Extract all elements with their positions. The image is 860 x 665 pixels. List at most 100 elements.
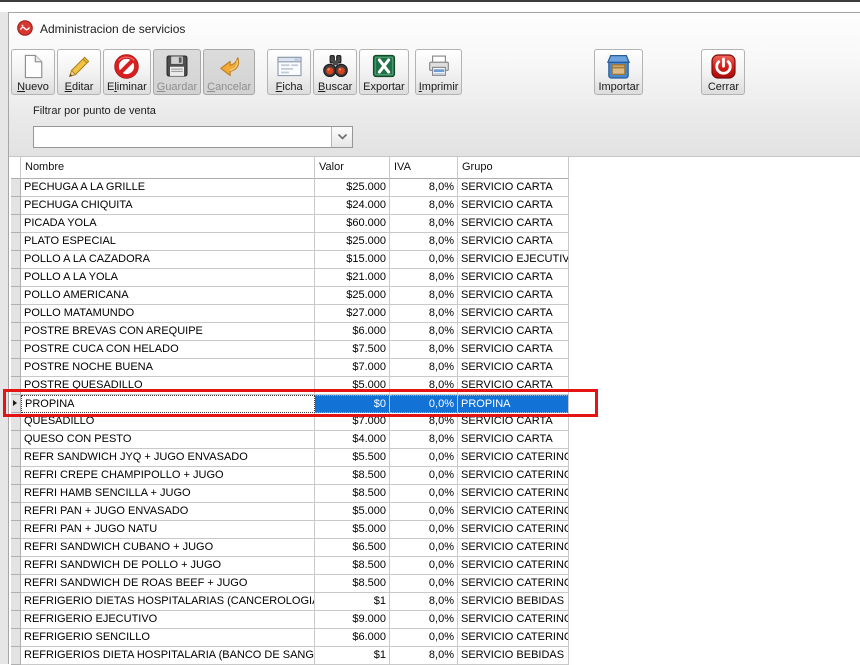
cell-grupo[interactable]: SERVICIO CATERING [458,629,569,647]
cell-iva[interactable]: 8,0% [390,179,458,197]
cell-iva[interactable]: 0,0% [390,629,458,647]
cell-valor[interactable]: $24.000 [315,197,390,215]
row-selector[interactable] [11,341,21,359]
table-row[interactable]: QUESO CON PESTO$4.0008,0%SERVICIO CARTA [11,431,860,449]
row-selector[interactable] [11,431,21,449]
cell-grupo[interactable]: SERVICIO CARTA [458,269,569,287]
cell-iva[interactable]: 8,0% [390,593,458,611]
cell-grupo[interactable]: SERVICIO CARTA [458,323,569,341]
cell-iva[interactable]: 8,0% [390,377,458,395]
row-selector[interactable] [11,377,21,395]
cell-nombre[interactable]: POSTRE NOCHE BUENA [21,359,315,377]
cell-grupo[interactable]: SERVICIO CARTA [458,197,569,215]
row-selector[interactable] [11,323,21,341]
row-selector[interactable] [11,251,21,269]
cell-grupo[interactable]: SERVICIO CATERING [458,467,569,485]
cell-nombre[interactable]: QUESADILLO [21,413,315,431]
row-selector[interactable] [11,287,21,305]
ficha-button[interactable]: Ficha [267,49,311,95]
cell-nombre[interactable]: POLLO A LA YOLA [21,269,315,287]
table-row[interactable]: REFRI SANDWICH DE ROAS BEEF + JUGO$8.500… [11,575,860,593]
row-selector[interactable] [11,539,21,557]
cell-grupo[interactable]: SERVICIO EJECUTIVO [458,251,569,269]
cell-grupo[interactable]: SERVICIO CARTA [458,413,569,431]
table-row[interactable]: REFRI HAMB SENCILLA + JUGO$8.5000,0%SERV… [11,485,860,503]
cell-grupo[interactable]: SERVICIO CARTA [458,377,569,395]
cell-nombre[interactable]: PECHUGA CHIQUITA [21,197,315,215]
combobox-dropdown-button[interactable] [331,127,352,147]
pos-filter-input[interactable] [34,127,331,147]
table-row[interactable]: REFRI SANDWICH DE POLLO + JUGO$8.5000,0%… [11,557,860,575]
cell-valor[interactable]: $8.500 [315,485,390,503]
cell-valor[interactable]: $7.000 [315,413,390,431]
row-selector[interactable] [11,557,21,575]
importar-button[interactable]: Importar [594,49,643,95]
cell-iva[interactable]: 0,0% [390,449,458,467]
table-row[interactable]: REFRIGERIO DIETAS HOSPITALARIAS (CANCERO… [11,593,860,611]
table-row[interactable]: REFRI CREPE CHAMPIPOLLO + JUGO$8.5000,0%… [11,467,860,485]
cell-valor[interactable]: $7.500 [315,341,390,359]
table-row[interactable]: POSTRE BREVAS CON AREQUIPE$6.0008,0%SERV… [11,323,860,341]
row-selector[interactable] [11,395,21,413]
cell-grupo[interactable]: SERVICIO CARTA [458,359,569,377]
table-row[interactable]: REFRI PAN + JUGO NATU$5.0000,0%SERVICIO … [11,521,860,539]
cell-iva[interactable]: 8,0% [390,305,458,323]
table-row[interactable]: POLLO A LA YOLA$21.0008,0%SERVICIO CARTA [11,269,860,287]
row-selector[interactable] [11,179,21,197]
cell-nombre[interactable]: PLATO ESPECIAL [21,233,315,251]
cell-valor[interactable]: $25.000 [315,287,390,305]
cell-grupo[interactable]: SERVICIO CATERING [458,449,569,467]
cell-iva[interactable]: 8,0% [390,287,458,305]
row-selector[interactable] [11,215,21,233]
cell-iva[interactable]: 0,0% [390,467,458,485]
cell-nombre[interactable]: POLLO MATAMUNDO [21,305,315,323]
cell-nombre[interactable]: REFR SANDWICH JYQ + JUGO ENVASADO [21,449,315,467]
table-row[interactable]: PICADA YOLA$60.0008,0%SERVICIO CARTA [11,215,860,233]
table-row[interactable]: PECHUGA A LA GRILLE$25.0008,0%SERVICIO C… [11,179,860,197]
row-selector[interactable] [11,521,21,539]
table-row[interactable]: POLLO A LA CAZADORA$15.0000,0%SERVICIO E… [11,251,860,269]
row-selector[interactable] [11,305,21,323]
table-row[interactable]: REFR SANDWICH JYQ + JUGO ENVASADO$5.5000… [11,449,860,467]
cell-grupo[interactable]: SERVICIO CATERING [458,557,569,575]
cell-grupo[interactable]: SERVICIO CARTA [458,431,569,449]
cell-iva[interactable]: 0,0% [390,557,458,575]
table-row[interactable]: PROPINA$00,0%PROPINA [11,395,860,413]
cell-grupo[interactable]: SERVICIO CATERING [458,521,569,539]
row-selector[interactable] [11,359,21,377]
cell-valor[interactable]: $9.000 [315,611,390,629]
cell-iva[interactable]: 0,0% [390,611,458,629]
cell-valor[interactable]: $1 [315,593,390,611]
cell-nombre[interactable]: REFRI SANDWICH DE POLLO + JUGO [21,557,315,575]
pos-filter-combobox[interactable] [33,126,353,148]
cell-iva[interactable]: 0,0% [390,251,458,269]
cell-grupo[interactable]: SERVICIO CARTA [458,341,569,359]
cell-nombre[interactable]: REFRI SANDWICH DE ROAS BEEF + JUGO [21,575,315,593]
buscar-button[interactable]: Buscar [313,49,357,95]
cell-nombre[interactable]: PICADA YOLA [21,215,315,233]
row-selector[interactable] [11,647,21,665]
row-selector[interactable] [11,467,21,485]
row-selector[interactable] [11,449,21,467]
table-row[interactable]: QUESADILLO$7.0008,0%SERVICIO CARTA [11,413,860,431]
cell-grupo[interactable]: SERVICIO CARTA [458,305,569,323]
eliminar-button[interactable]: Eliminar [103,49,151,95]
cell-iva[interactable]: 0,0% [390,521,458,539]
cell-valor[interactable]: $4.000 [315,431,390,449]
row-selector[interactable] [11,233,21,251]
cell-valor[interactable]: $5.000 [315,521,390,539]
row-selector[interactable] [11,611,21,629]
cell-iva[interactable]: 8,0% [390,215,458,233]
cell-iva[interactable]: 0,0% [390,575,458,593]
cell-valor[interactable]: $8.500 [315,467,390,485]
cell-grupo[interactable]: SERVICIO CATERING [458,611,569,629]
row-selector[interactable] [11,197,21,215]
cell-valor[interactable]: $5.000 [315,503,390,521]
cell-grupo[interactable]: SERVICIO CARTA [458,179,569,197]
cell-nombre[interactable]: REFRIGERIO SENCILLO [21,629,315,647]
row-selector[interactable] [11,593,21,611]
cell-valor[interactable]: $6.000 [315,323,390,341]
cell-grupo[interactable]: SERVICIO BEBIDAS [458,647,569,665]
cell-grupo[interactable]: SERVICIO CATERING [458,575,569,593]
cell-iva[interactable]: 8,0% [390,269,458,287]
